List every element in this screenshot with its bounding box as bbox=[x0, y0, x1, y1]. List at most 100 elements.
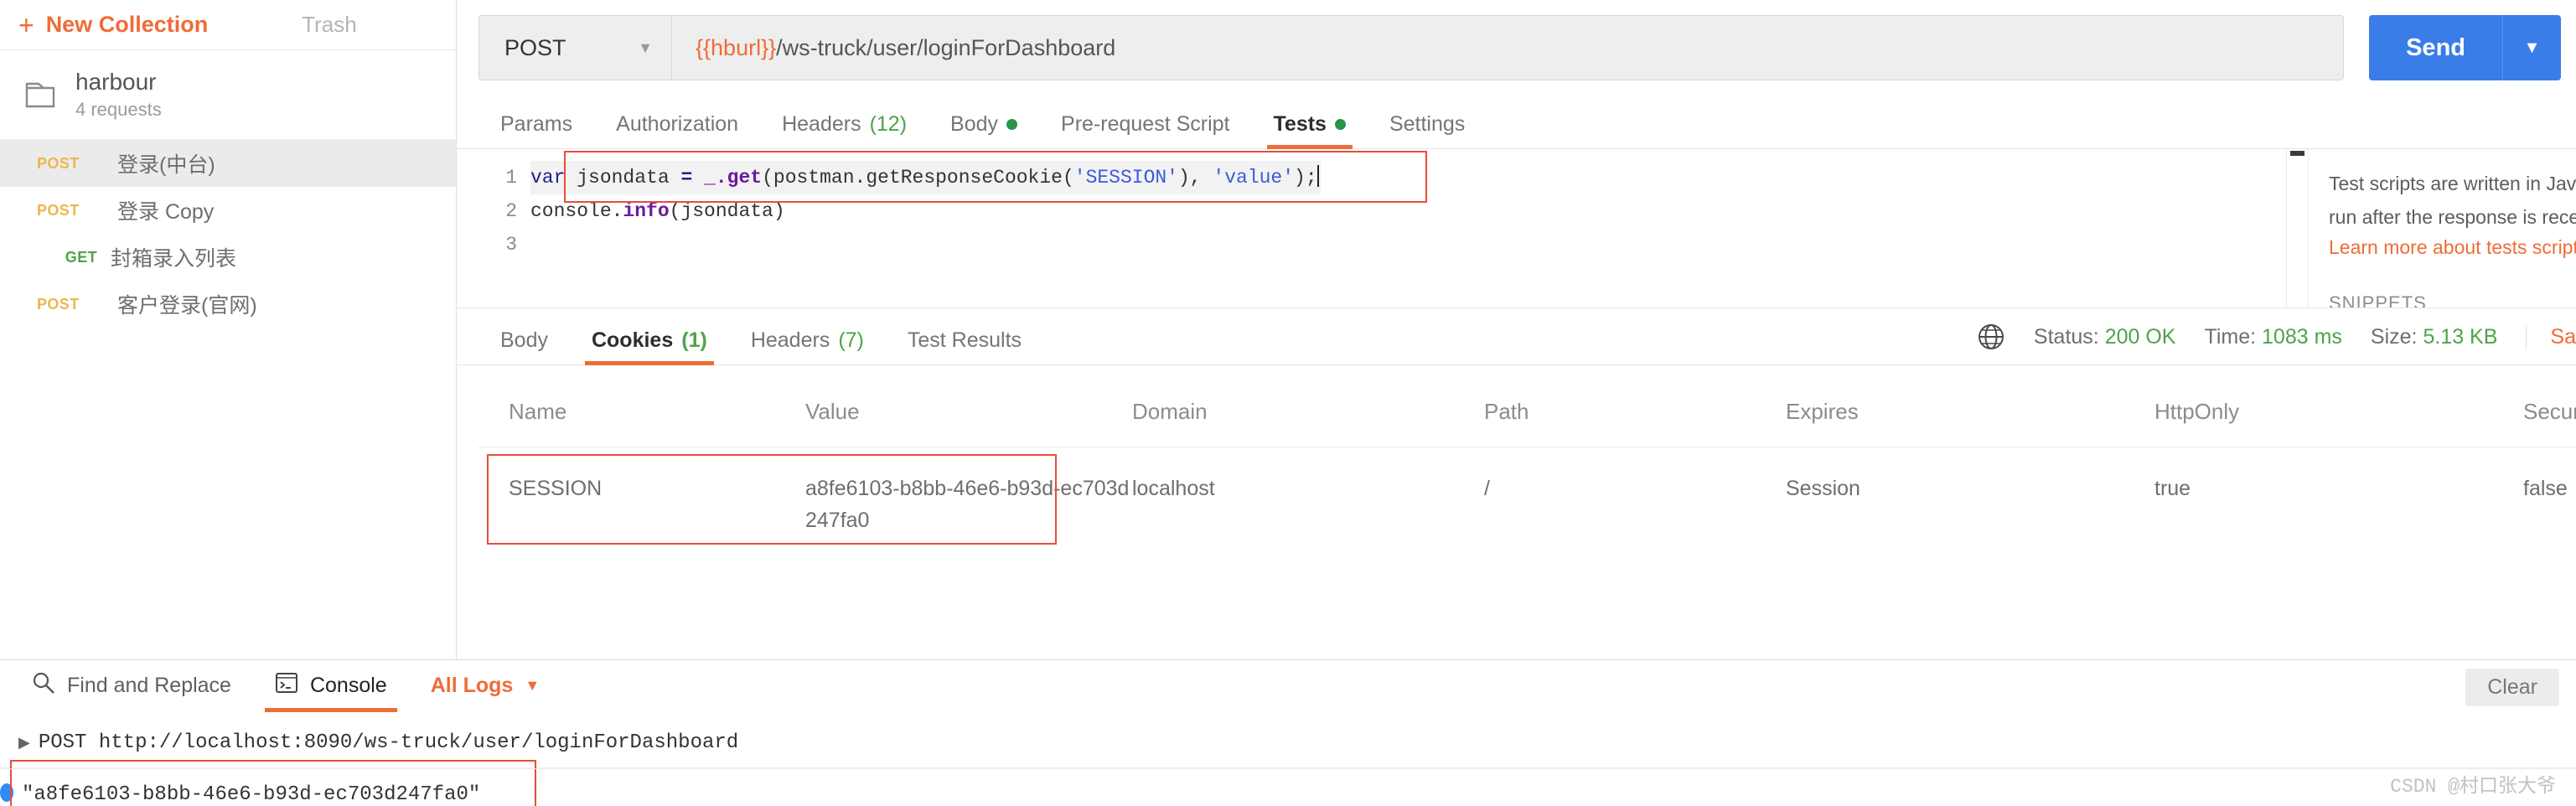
tab-headers[interactable]: Headers (12) bbox=[760, 112, 928, 148]
request-method: POST bbox=[37, 295, 80, 313]
send-options-chevron-down-icon[interactable]: ▼ bbox=[2502, 15, 2561, 80]
line-number: 2 bbox=[505, 200, 517, 222]
tab-label: Body bbox=[950, 112, 999, 136]
plus-icon: + bbox=[18, 9, 34, 40]
url-input[interactable]: {{hburl}}/ws-truck/user/loginForDashboar… bbox=[672, 16, 2344, 80]
tab-label: Params bbox=[500, 112, 573, 136]
learn-more-link[interactable]: Learn more about tests script bbox=[2329, 236, 2576, 259]
tab-authorization[interactable]: Authorization bbox=[594, 112, 760, 148]
code-line-2: console.info(jsondata) bbox=[530, 194, 2286, 228]
cell-cookie-path: / bbox=[1484, 477, 1490, 500]
code-function: _.get bbox=[692, 167, 763, 189]
cell-cookie-secure: false bbox=[2523, 477, 2568, 500]
snippets-header: SNIPPETS bbox=[2329, 292, 2427, 307]
url-path: /ws-truck/user/loginForDashboard bbox=[776, 34, 1116, 60]
http-method-select[interactable]: POST ▼ bbox=[479, 16, 672, 80]
code-string-session: 'SESSION' bbox=[1073, 167, 1178, 189]
find-and-replace-button[interactable]: Find and Replace bbox=[10, 660, 253, 712]
column-header-httponly: HttpOnly bbox=[2154, 365, 2523, 447]
tab-params[interactable]: Params bbox=[478, 112, 594, 148]
tab-label: Tests bbox=[1273, 112, 1327, 136]
console-label: Console bbox=[309, 674, 387, 697]
code-console-obj: console. bbox=[530, 200, 623, 222]
response-tab-cookies[interactable]: Cookies (1) bbox=[570, 328, 729, 365]
request-item-3[interactable]: POST 客户登录(官网) bbox=[0, 281, 456, 328]
code-lines[interactable]: var jsondata = _.get(postman.getResponse… bbox=[517, 149, 2286, 307]
code-console-arg: (jsondata) bbox=[669, 200, 785, 222]
collection-name: harbour bbox=[75, 69, 157, 95]
response-tab-headers[interactable]: Headers (7) bbox=[729, 328, 886, 364]
line-number: 3 bbox=[505, 234, 517, 256]
search-icon bbox=[32, 671, 55, 700]
new-collection-button[interactable]: + New Collection bbox=[18, 12, 208, 39]
response-status-group: Status: 200 OK Time: 1083 ms Size: 5.13 … bbox=[1977, 323, 2576, 351]
table-row[interactable]: SESSION a8fe6103-b8bb-46e6-b93d-ec703d24… bbox=[478, 447, 2576, 572]
code-varname: jsondata bbox=[565, 167, 681, 189]
request-item-2[interactable]: GET 封箱录入列表 bbox=[0, 234, 456, 281]
request-response-pane: POST ▼ {{hburl}}/ws-truck/user/loginForD… bbox=[457, 0, 2576, 659]
response-tab-body[interactable]: Body bbox=[478, 328, 570, 364]
new-collection-label: New Collection bbox=[45, 12, 209, 37]
request-item-1[interactable]: POST 登录 Copy bbox=[0, 187, 456, 234]
send-button[interactable]: Send bbox=[2369, 15, 2502, 80]
column-header-value: Value bbox=[805, 365, 1132, 447]
line-number: 1 bbox=[505, 167, 517, 189]
tab-label: Test Results bbox=[907, 328, 1022, 352]
sidebar: + New Collection Trash harbour 4 request… bbox=[0, 0, 457, 659]
tab-label: Settings bbox=[1389, 112, 1466, 136]
globe-icon[interactable] bbox=[1977, 323, 2005, 351]
watermark: CSDN @村口张大爷 bbox=[2390, 776, 2556, 798]
request-item-0[interactable]: POST 登录(中台) bbox=[0, 140, 456, 187]
code-console-fn: info bbox=[623, 200, 670, 222]
collection-request-count: 4 requests bbox=[75, 99, 162, 120]
request-method: GET bbox=[65, 248, 97, 266]
console-button[interactable]: Console bbox=[253, 660, 409, 712]
url-variable: {{hburl}} bbox=[696, 34, 777, 60]
column-header-domain: Domain bbox=[1132, 365, 1484, 447]
all-logs-dropdown[interactable]: All Logs ▼ bbox=[409, 660, 561, 712]
tab-count: (12) bbox=[869, 112, 908, 136]
folder-icon bbox=[25, 80, 55, 109]
collection-harbour[interactable]: harbour 4 requests bbox=[0, 50, 456, 140]
snippets-description-line2: run after the response is rece bbox=[2329, 206, 2576, 228]
tab-count: (1) bbox=[681, 328, 707, 352]
snippets-panel: Test scripts are written in Java run aft… bbox=[2308, 149, 2576, 307]
modified-dot-icon bbox=[1006, 119, 1018, 130]
text-cursor bbox=[1316, 165, 1319, 187]
request-list: POST 登录(中台) POST 登录 Copy GET 封箱录入列表 POST… bbox=[0, 140, 456, 328]
save-response-button[interactable]: Sa bbox=[2526, 324, 2576, 349]
code-string-value: 'value' bbox=[1213, 167, 1295, 189]
info-log-indicator-icon bbox=[0, 783, 13, 802]
request-method: POST bbox=[37, 154, 80, 172]
request-tabs: Params Authorization Headers (12) Body P… bbox=[457, 96, 2576, 149]
size-badge: Size: 5.13 KB bbox=[2371, 325, 2498, 349]
tab-label: Authorization bbox=[616, 112, 739, 136]
main-split: + New Collection Trash harbour 4 request… bbox=[0, 0, 2576, 659]
code-editor[interactable]: 1 2 3 var jsondata = _.get(postman.getRe… bbox=[457, 149, 2308, 307]
request-name: 封箱录入列表 bbox=[111, 247, 237, 271]
log-value-text: "a8fe6103-b8bb-46e6-b93d-ec703d247fa0" bbox=[22, 783, 481, 806]
cookies-table: Name Value Domain Path Expires HttpOnly … bbox=[478, 365, 2576, 571]
code-mid: ), bbox=[1178, 167, 1213, 189]
modified-dot-icon bbox=[1334, 119, 1346, 130]
status-value: 200 OK bbox=[2104, 324, 2176, 349]
trash-link[interactable]: Trash bbox=[302, 12, 357, 38]
log-entry-value: "a8fe6103-b8bb-46e6-b93d-ec703d247fa0" bbox=[0, 768, 2576, 806]
clear-button[interactable]: Clear bbox=[2465, 669, 2559, 706]
console-toolbar: Find and Replace Console All Logs ▼ Clea… bbox=[0, 659, 2576, 712]
terminal-icon bbox=[275, 671, 298, 700]
response-tab-test-results[interactable]: Test Results bbox=[886, 328, 1043, 364]
editor-scrollbar[interactable] bbox=[2286, 149, 2308, 307]
tab-tests[interactable]: Tests bbox=[1252, 112, 1368, 149]
tab-pre-request-script[interactable]: Pre-request Script bbox=[1039, 112, 1251, 148]
column-header-secure: Secure bbox=[2523, 365, 2576, 447]
tab-body[interactable]: Body bbox=[928, 112, 1039, 148]
tab-settings[interactable]: Settings bbox=[1368, 112, 1487, 148]
log-entry-request[interactable]: ▶ POST http://localhost:8090/ws-truck/us… bbox=[0, 725, 2576, 761]
snippets-description-line1: Test scripts are written in Java bbox=[2329, 173, 2576, 194]
chevron-right-icon[interactable]: ▶ bbox=[18, 734, 30, 752]
time-value: 1083 ms bbox=[2262, 324, 2342, 349]
footer-divider bbox=[0, 768, 2576, 769]
code-keyword-var: var bbox=[530, 167, 566, 189]
tab-label: Cookies bbox=[591, 328, 674, 352]
